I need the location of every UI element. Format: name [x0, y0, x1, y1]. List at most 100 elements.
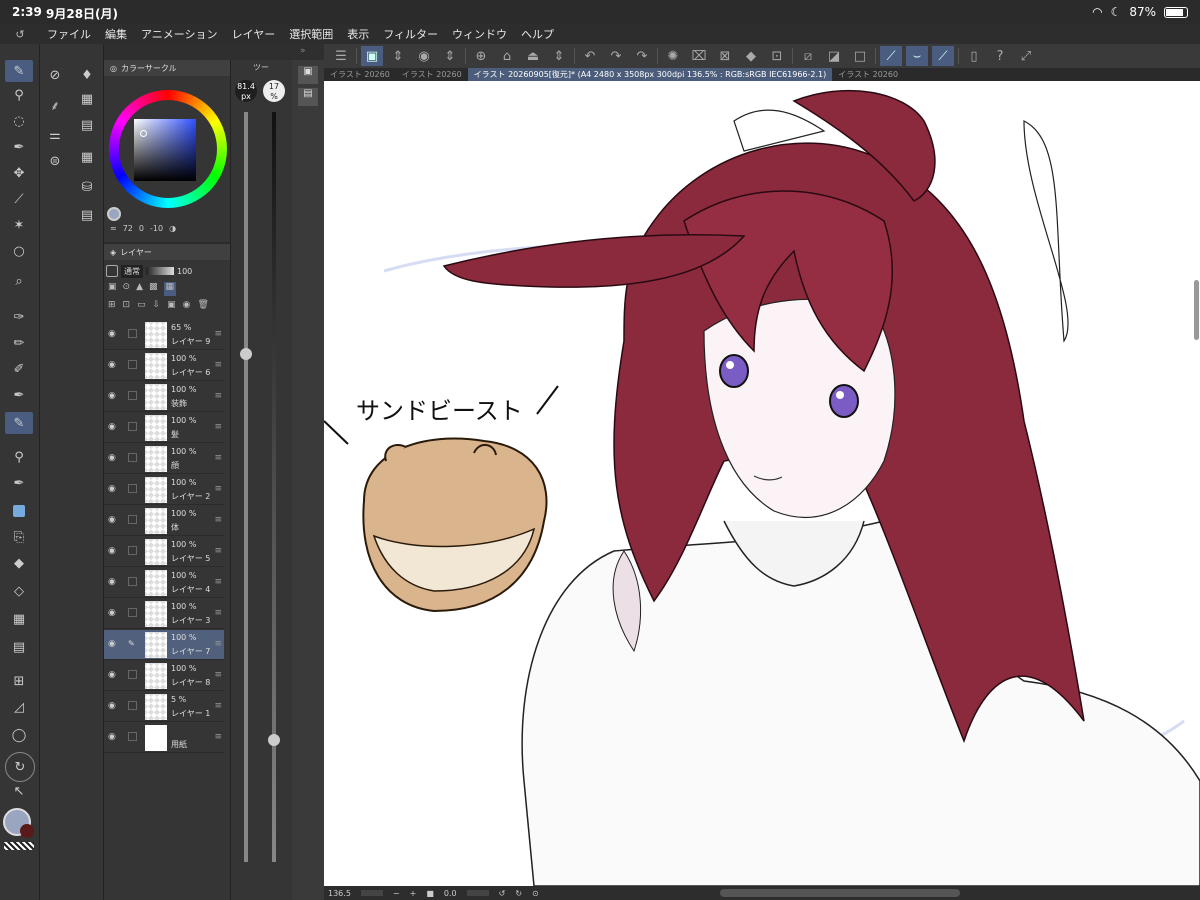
- menu-edit[interactable]: 編集: [98, 26, 134, 42]
- visibility-eye-icon[interactable]: ◉: [108, 608, 116, 618]
- drag-handle-icon[interactable]: ≡: [214, 577, 222, 587]
- menu-window[interactable]: ウィンドウ: [445, 26, 514, 42]
- zoom-in-icon[interactable]: +: [410, 889, 417, 898]
- marker-tool-icon[interactable]: ✐: [5, 358, 33, 380]
- search-icon[interactable]: ⌕: [5, 270, 33, 292]
- list-icon[interactable]: ▤: [76, 204, 98, 226]
- new-file-icon[interactable]: ⊕: [470, 46, 492, 66]
- lock-icon[interactable]: ▲: [136, 282, 143, 296]
- layer-checkbox[interactable]: [128, 422, 137, 431]
- visibility-eye-icon[interactable]: ◉: [108, 670, 116, 680]
- brush-tool-icon[interactable]: ✎: [5, 60, 33, 82]
- up-down-arrow-icon[interactable]: ⇕: [548, 46, 570, 66]
- brush-opacity-slider[interactable]: [272, 112, 276, 862]
- visibility-eye-icon[interactable]: ◉: [108, 577, 116, 587]
- layer-row[interactable]: ◉ 用紙 ≡: [104, 723, 224, 753]
- angle-value[interactable]: 0.0: [444, 889, 457, 898]
- drag-handle-icon[interactable]: ≡: [214, 670, 222, 680]
- active-pen-icon[interactable]: ✎: [5, 412, 33, 434]
- visibility-eye-icon[interactable]: ◉: [108, 701, 116, 711]
- opacity-slider[interactable]: [146, 267, 174, 275]
- record-icon[interactable]: ◉: [413, 46, 435, 66]
- transfer-icon[interactable]: ⇩: [153, 300, 161, 314]
- loading-icon[interactable]: ✺: [662, 46, 684, 66]
- saturation-value-square[interactable]: [134, 119, 196, 181]
- reset-rotation-icon[interactable]: ⊙: [532, 889, 539, 898]
- layer-checkbox[interactable]: [128, 732, 137, 741]
- layer-checkbox[interactable]: [128, 670, 137, 679]
- drag-handle-icon[interactable]: ≡: [214, 639, 222, 649]
- select-invert-icon[interactable]: ◪: [823, 46, 845, 66]
- layer-row[interactable]: ◉ 65 % レイヤー 9 ≡: [104, 320, 224, 350]
- quick-access-icon[interactable]: ▣: [361, 46, 383, 66]
- clear-icon[interactable]: ⌧: [688, 46, 710, 66]
- rotate-tool-icon[interactable]: ↻: [5, 752, 35, 782]
- redo-forward-icon[interactable]: ↷: [631, 46, 653, 66]
- frame-tool-icon[interactable]: ⊞: [5, 670, 33, 692]
- crop-icon[interactable]: ⊡: [766, 46, 788, 66]
- pencil-tool-icon[interactable]: ✏: [5, 332, 33, 354]
- fill-bucket-icon[interactable]: ◆: [5, 552, 33, 574]
- visibility-eye-icon[interactable]: ◉: [108, 639, 116, 649]
- save-icon[interactable]: ⏏: [522, 46, 544, 66]
- layer-row[interactable]: ◉ 100 % 髪 ≡: [104, 413, 224, 443]
- stamp-tool-icon[interactable]: ⎘: [5, 526, 33, 548]
- visibility-eye-icon[interactable]: ◉: [108, 546, 116, 556]
- blend-mode-select[interactable]: 通常: [121, 264, 143, 278]
- brush-opacity-knob[interactable]: [268, 734, 280, 746]
- layer-checkbox[interactable]: [128, 577, 137, 586]
- new-layer-icon[interactable]: ⊞: [108, 300, 116, 314]
- up-down-arrow-icon[interactable]: ⇕: [439, 46, 461, 66]
- layer-row[interactable]: ◉ 100 % レイヤー 6 ≡: [104, 351, 224, 381]
- move-tool-icon[interactable]: ✥: [5, 162, 33, 184]
- eraser-icon[interactable]: ◇: [5, 580, 33, 602]
- drag-handle-icon[interactable]: ≡: [214, 391, 222, 401]
- layer-row[interactable]: ◉ 100 % レイヤー 8 ≡: [104, 661, 224, 691]
- visibility-eye-icon[interactable]: ◉: [108, 391, 116, 401]
- clip-icon[interactable]: ▣: [108, 282, 117, 296]
- airbrush-tool-icon[interactable]: ✒: [5, 472, 33, 494]
- rotate-right-icon[interactable]: ↻: [515, 889, 522, 898]
- rotate-left-icon[interactable]: ↺: [499, 889, 506, 898]
- layer-opacity-value[interactable]: 100: [177, 267, 192, 276]
- layer-checkbox[interactable]: [128, 546, 137, 555]
- layer-checkbox[interactable]: [128, 608, 137, 617]
- visibility-eye-icon[interactable]: ◉: [108, 329, 116, 339]
- droplets-icon[interactable]: ♦: [76, 64, 98, 86]
- layer-checkbox[interactable]: [128, 360, 137, 369]
- zoom-value[interactable]: 136.5: [328, 889, 351, 898]
- brush-settings-icon[interactable]: ⸙: [44, 94, 66, 116]
- drag-handle-icon[interactable]: ≡: [214, 732, 222, 742]
- curve-ruler-icon[interactable]: ⌣: [906, 46, 928, 66]
- ruler-tool-icon[interactable]: ◿: [5, 696, 33, 718]
- palette-icon[interactable]: ▦: [76, 88, 98, 110]
- drag-handle-icon[interactable]: ≡: [214, 422, 222, 432]
- zoom-slider[interactable]: [360, 890, 383, 896]
- grid-tool-icon[interactable]: ▦: [5, 608, 33, 630]
- zoom-out-icon[interactable]: −: [393, 889, 400, 898]
- edit-pen-icon[interactable]: ✎: [128, 639, 137, 648]
- horizontal-scrollbar[interactable]: [720, 889, 960, 897]
- tab-document-4[interactable]: イラスト 20260: [832, 68, 904, 81]
- ruler-icon[interactable]: ⟋: [880, 46, 902, 66]
- tab-document-2[interactable]: イラスト 20260: [396, 68, 468, 81]
- compass-icon[interactable]: ⊘: [44, 64, 66, 86]
- drag-handle-icon[interactable]: ≡: [214, 701, 222, 711]
- select-icon[interactable]: ⧄: [797, 46, 819, 66]
- layer-row[interactable]: ◉ ✎ 100 % レイヤー 7 ≡: [104, 630, 224, 660]
- lasso-icon[interactable]: ○: [5, 240, 33, 262]
- drag-handle-icon[interactable]: ≡: [214, 608, 222, 618]
- select-clear-icon[interactable]: □: [849, 46, 871, 66]
- zoom-tool-icon[interactable]: ⚲: [5, 84, 33, 106]
- visibility-eye-icon[interactable]: ◉: [108, 422, 116, 432]
- fit-icon[interactable]: ■: [426, 889, 434, 898]
- pen-tool-icon[interactable]: ✑: [5, 306, 33, 328]
- layer-row[interactable]: ◉ 100 % 装飾 ≡: [104, 382, 224, 412]
- drag-handle-icon[interactable]: ≡: [214, 515, 222, 525]
- drag-handle-icon[interactable]: ≡: [214, 329, 222, 339]
- menu-help[interactable]: ヘルプ: [514, 26, 561, 42]
- layer-checkbox[interactable]: [128, 453, 137, 462]
- lock-alpha-icon[interactable]: ▩: [149, 282, 158, 296]
- layer-checkbox[interactable]: [128, 484, 137, 493]
- mask-icon[interactable]: ◉: [183, 300, 191, 314]
